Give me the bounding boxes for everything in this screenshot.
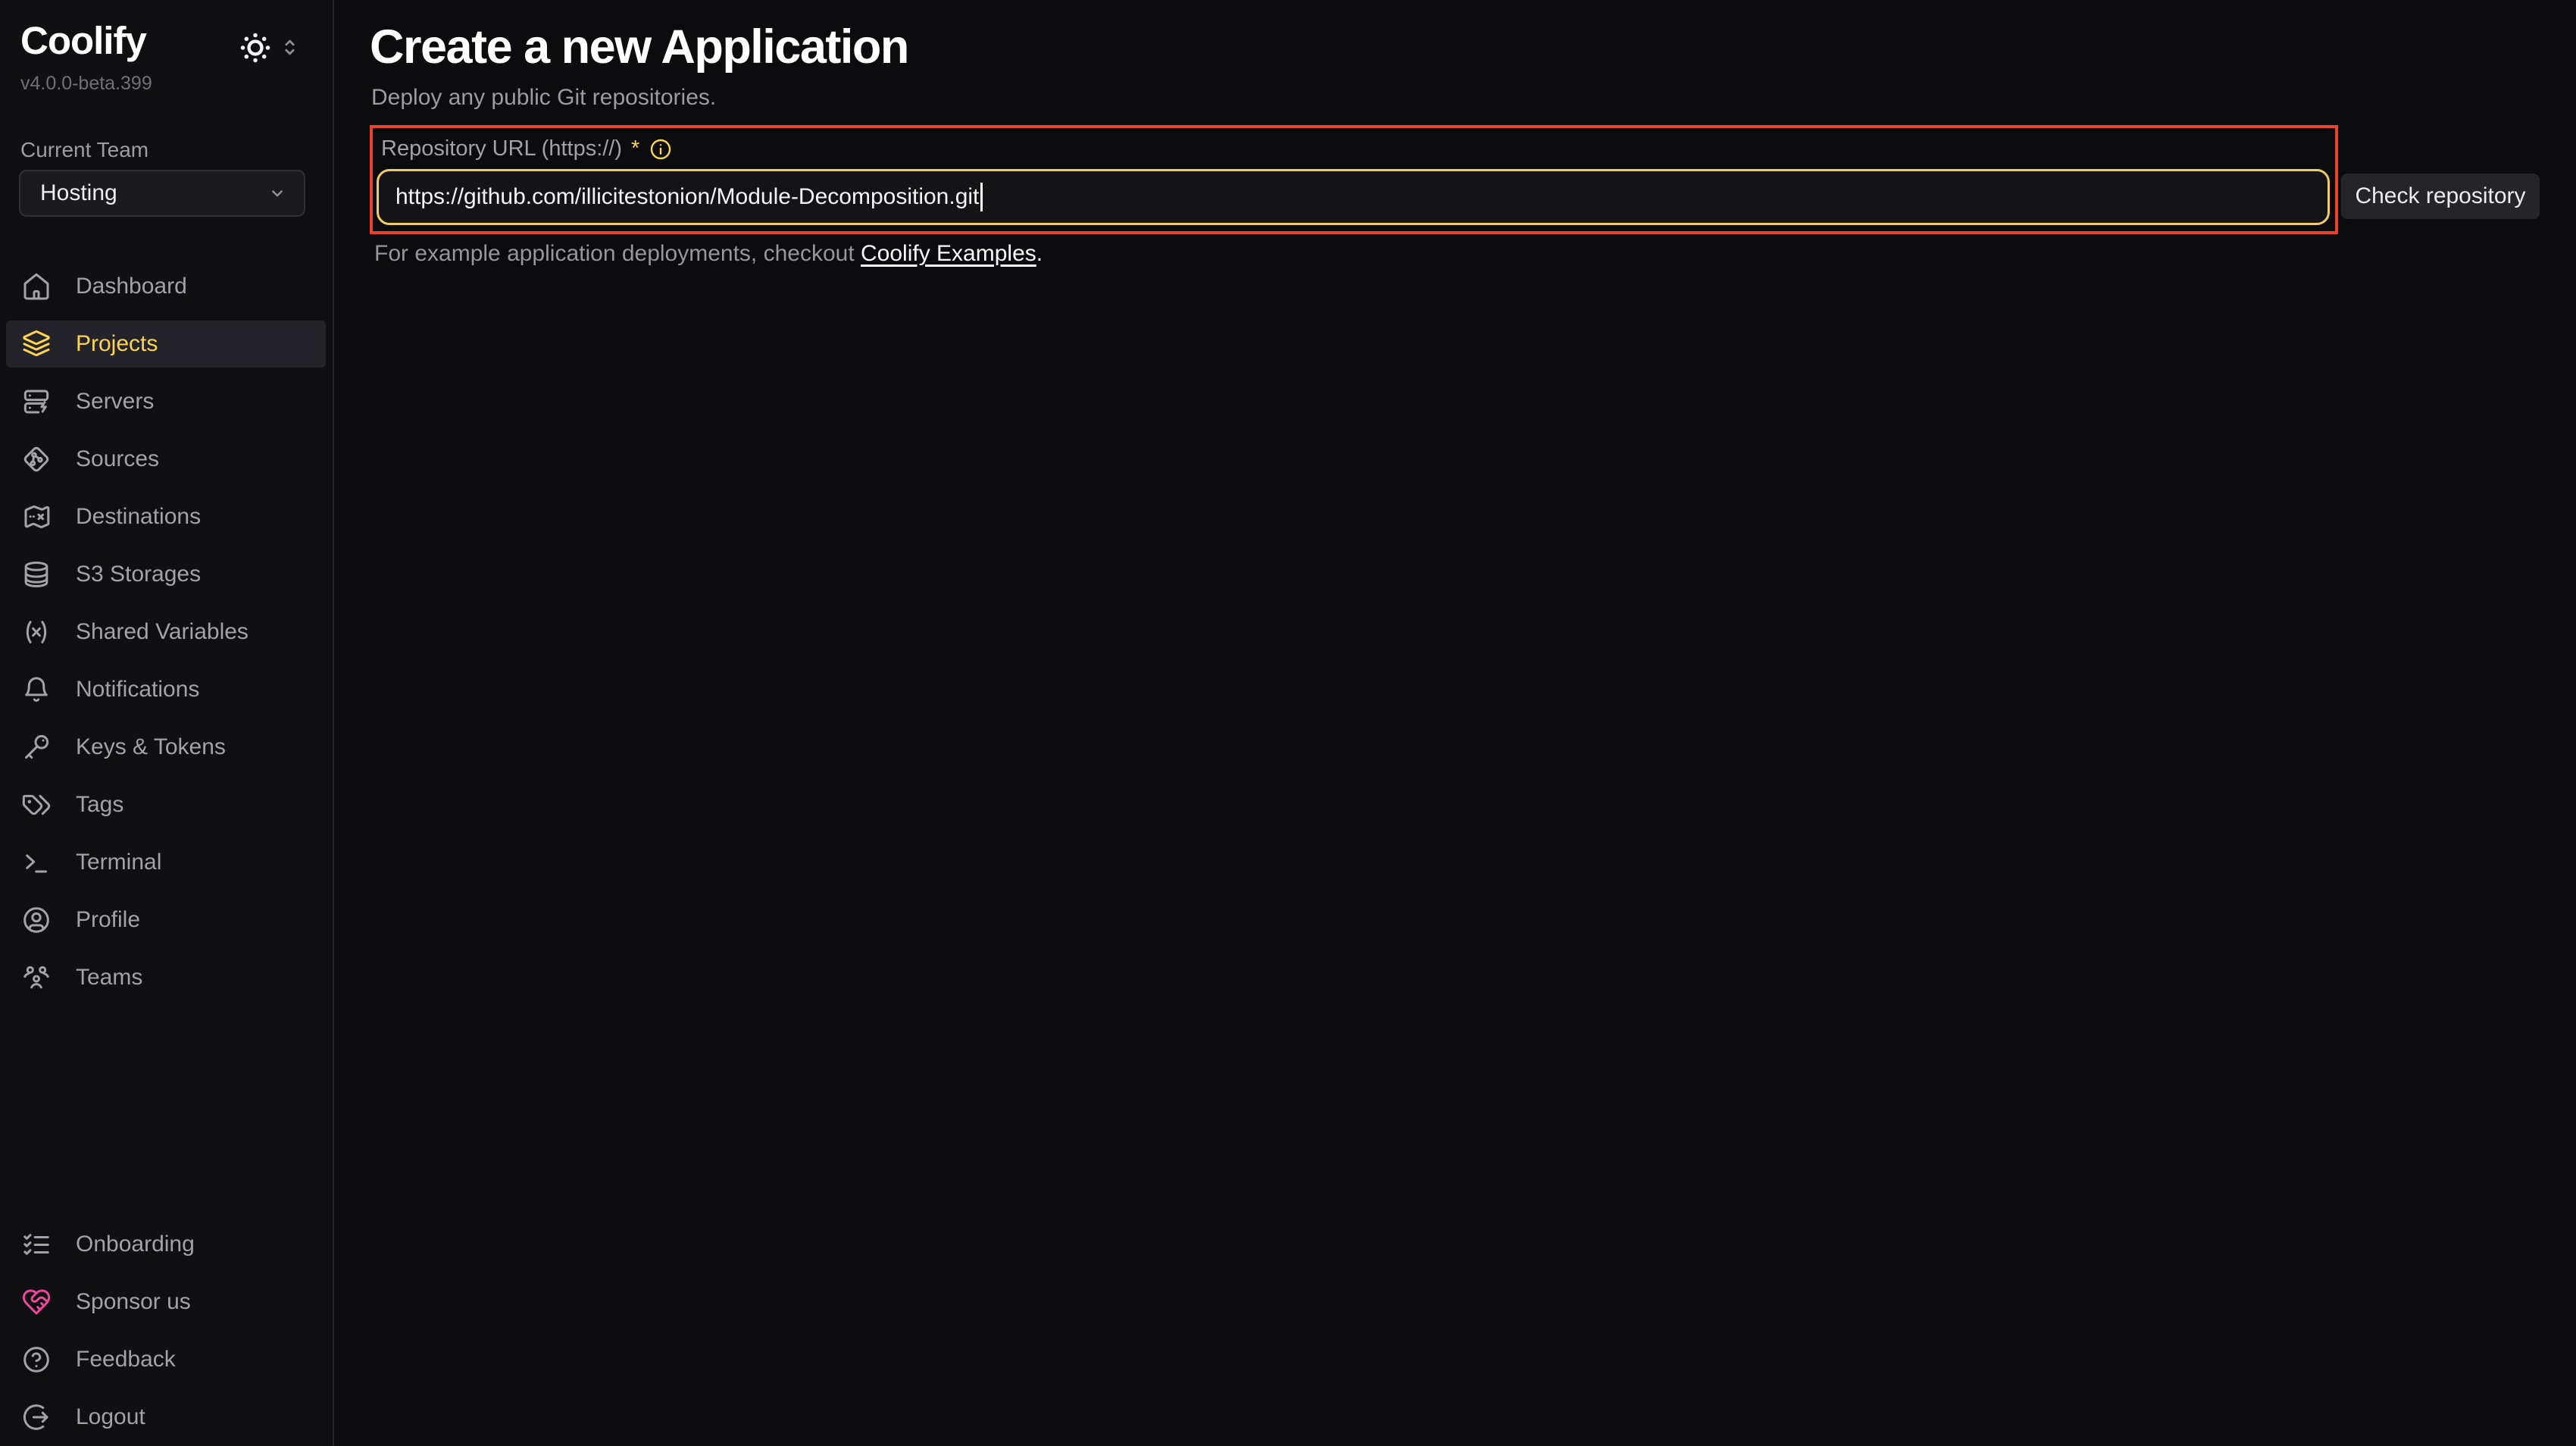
sidebar-item-label: Servers	[76, 389, 154, 415]
repository-url-label-row: Repository URL (https://) *	[381, 136, 673, 161]
sidebar-item-label: Tags	[76, 792, 123, 818]
sidebar-footer-nav: Onboarding Sponsor us	[0, 1221, 334, 1446]
users-icon	[21, 962, 52, 993]
coolify-app-window: Coolify v4.0.0-beta.399 Current Team Hos…	[0, 0, 2576, 1446]
sidebar-item-keys-tokens[interactable]: Keys & Tokens	[6, 724, 326, 771]
coolify-examples-link[interactable]: Coolify Examples	[861, 241, 1036, 266]
sidebar-item-feedback[interactable]: Feedback	[6, 1336, 326, 1383]
repository-url-value: https://github.com/illicitestonion/Modul…	[395, 184, 979, 210]
theme-toggle-sun-icon[interactable]	[238, 30, 273, 65]
heart-handshake-icon	[21, 1287, 52, 1317]
main-content: Create a new Application Deploy any publ…	[336, 0, 2576, 1446]
sidebar-item-profile[interactable]: Profile	[6, 897, 326, 944]
sidebar-item-logout[interactable]: Logout	[6, 1394, 326, 1441]
sidebar-item-shared-variables[interactable]: Shared Variables	[6, 609, 326, 656]
sidebar-item-servers[interactable]: Servers	[6, 378, 326, 425]
sidebar-item-label: Projects	[76, 331, 158, 357]
sidebar-item-label: Teams	[76, 965, 142, 991]
helper-suffix: .	[1036, 241, 1043, 266]
database-icon	[21, 559, 52, 590]
home-icon	[21, 271, 52, 302]
sidebar-item-s3-storages[interactable]: S3 Storages	[6, 551, 326, 598]
sidebar-main-nav: Dashboard Projects	[0, 263, 334, 1012]
helper-text: For example application deployments, che…	[374, 241, 1043, 267]
repository-url-input[interactable]: https://github.com/illicitestonion/Modul…	[377, 169, 2330, 225]
sidebar-item-label: Dashboard	[76, 274, 187, 299]
helper-prefix: For example application deployments, che…	[374, 241, 861, 266]
sidebar-item-label: Terminal	[76, 850, 161, 875]
sidebar-item-sources[interactable]: Sources	[6, 436, 326, 483]
help-circle-icon	[21, 1344, 52, 1375]
tags-icon	[21, 790, 52, 820]
current-team-label: Current Team	[20, 138, 148, 162]
sidebar-item-label: Feedback	[76, 1347, 176, 1372]
check-repository-button[interactable]: Check repository	[2341, 174, 2540, 219]
repository-field-highlight: Repository URL (https://) * https://gith…	[370, 125, 2338, 234]
repository-url-label: Repository URL (https://)	[381, 136, 622, 161]
sidebar-item-terminal[interactable]: Terminal	[6, 839, 326, 886]
sidebar-item-label: Keys & Tokens	[76, 734, 226, 760]
team-select[interactable]: Hosting	[19, 170, 305, 217]
sidebar-item-tags[interactable]: Tags	[6, 781, 326, 828]
page-title: Create a new Application	[370, 20, 908, 74]
text-cursor	[980, 183, 983, 211]
chevron-down-icon	[266, 182, 289, 205]
sidebar-item-label: Sources	[76, 446, 159, 472]
sidebar-item-label: Shared Variables	[76, 619, 249, 645]
sidebar-item-label: Onboarding	[76, 1232, 195, 1257]
sidebar-item-notifications[interactable]: Notifications	[6, 666, 326, 713]
map-icon	[21, 502, 52, 532]
terminal-icon	[21, 847, 52, 878]
sidebar-item-projects[interactable]: Projects	[6, 321, 326, 368]
sidebar-item-dashboard[interactable]: Dashboard	[6, 263, 326, 310]
sidebar-item-teams[interactable]: Teams	[6, 954, 326, 1001]
sidebar: Coolify v4.0.0-beta.399 Current Team Hos…	[0, 0, 334, 1446]
list-checks-icon	[21, 1229, 52, 1260]
sidebar-item-label: Profile	[76, 907, 140, 933]
info-icon[interactable]	[649, 137, 673, 161]
chevrons-up-down-icon[interactable]	[277, 35, 302, 60]
server-icon	[21, 387, 52, 417]
team-select-value: Hosting	[40, 180, 266, 206]
sidebar-item-label: Destinations	[76, 504, 201, 530]
key-icon	[21, 732, 52, 762]
sidebar-item-label: S3 Storages	[76, 562, 201, 587]
git-icon	[21, 444, 52, 474]
app-version: v4.0.0-beta.399	[20, 73, 152, 95]
circle-user-icon	[21, 905, 52, 935]
required-marker: *	[631, 136, 639, 161]
sidebar-item-sponsor-us[interactable]: Sponsor us	[6, 1279, 326, 1326]
sidebar-item-onboarding[interactable]: Onboarding	[6, 1221, 326, 1268]
page-subtitle: Deploy any public Git repositories.	[371, 85, 716, 111]
sidebar-item-label: Notifications	[76, 677, 199, 703]
app-logo[interactable]: Coolify	[20, 18, 146, 63]
sidebar-item-destinations[interactable]: Destinations	[6, 493, 326, 540]
variable-icon	[21, 617, 52, 647]
bell-icon	[21, 674, 52, 705]
sidebar-item-label: Logout	[76, 1404, 145, 1430]
log-out-icon	[21, 1402, 52, 1432]
sidebar-item-label: Sponsor us	[76, 1289, 191, 1315]
layers-icon	[21, 329, 52, 359]
